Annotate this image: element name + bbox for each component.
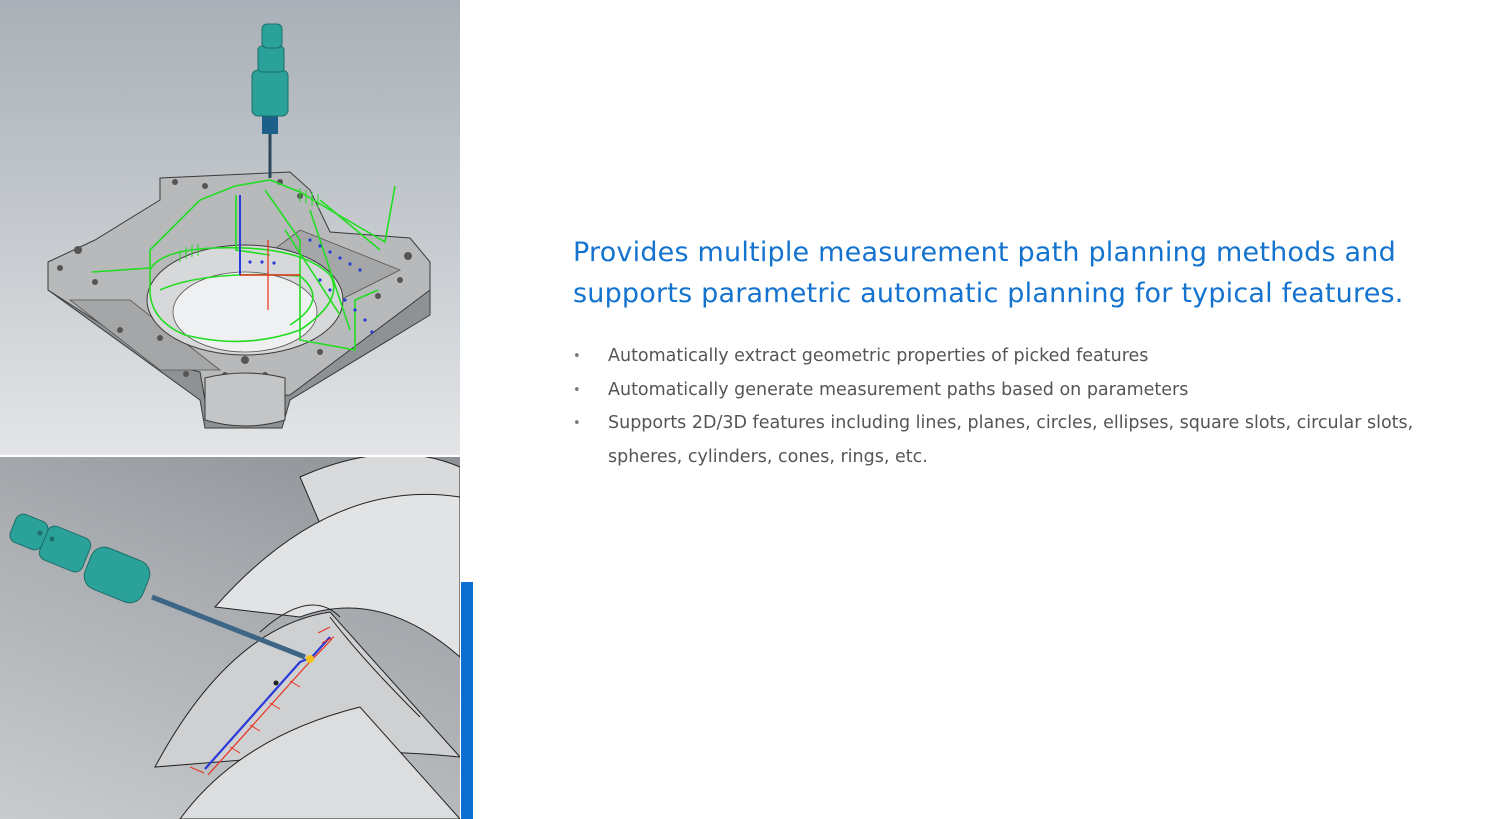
- feature-item-supported-features: • Supports 2D/3D features including line…: [573, 407, 1473, 474]
- headline: Provides multiple measurement path plann…: [573, 237, 1404, 309]
- feature-item-generate-paths: • Automatically generate measurement pat…: [573, 374, 1473, 408]
- bullet-icon: •: [573, 382, 581, 398]
- bullet-icon: •: [573, 416, 581, 431]
- feature-text: Automatically extract geometric properti…: [608, 346, 1149, 366]
- feature-text: Automatically generate measurement paths…: [608, 379, 1189, 400]
- feature-list: • Automatically extract geometric proper…: [573, 340, 1473, 474]
- accent-bar: [461, 582, 473, 819]
- housing-part-drawing: [47, 23, 431, 429]
- turbine-blade-illustration: [0, 457, 460, 819]
- turbine-blade-drawing: [9, 457, 460, 819]
- feature-description: Provides multiple measurement path plann…: [573, 232, 1473, 474]
- feature-text: Supports 2D/3D features including lines,…: [608, 413, 1414, 467]
- housing-part-illustration: [0, 0, 460, 456]
- page: Provides multiple measurement path plann…: [0, 0, 1503, 819]
- bullet-icon: •: [573, 349, 581, 364]
- feature-item-extract-properties: • Automatically extract geometric proper…: [573, 340, 1473, 374]
